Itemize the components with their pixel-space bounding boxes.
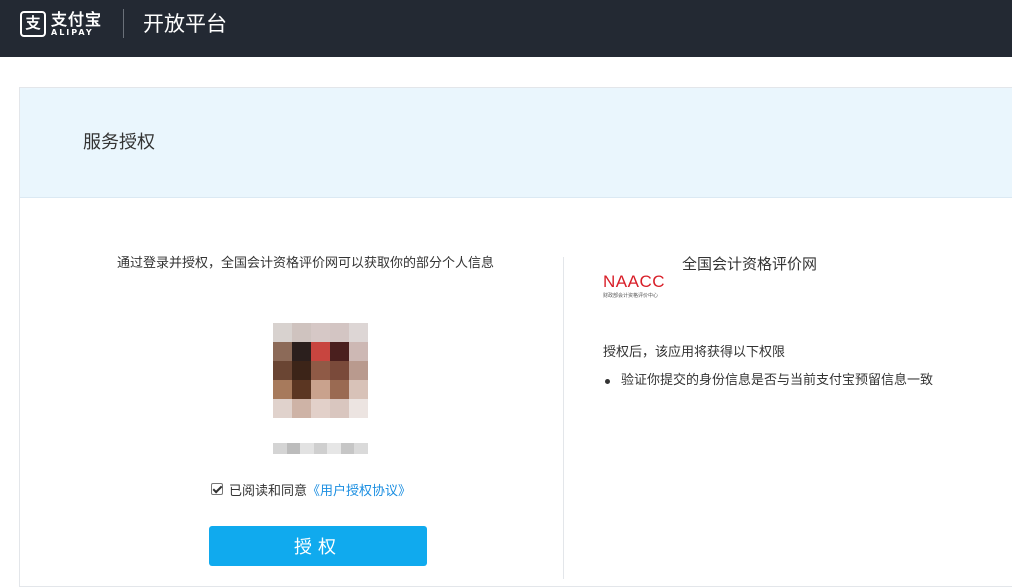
authorization-card: 服务授权 bbox=[19, 87, 1012, 587]
auth-description: 通过登录并授权，全国会计资格评价网可以获取你的部分个人信息 bbox=[117, 256, 495, 271]
column-divider bbox=[563, 257, 564, 579]
user-nickname-blurred bbox=[273, 443, 368, 454]
logo-en-text: ALIPAY bbox=[51, 27, 94, 37]
user-avatar bbox=[273, 323, 368, 418]
page-title: 服务授权 bbox=[83, 132, 155, 153]
app-name: 全国会计资格评价网 bbox=[682, 255, 818, 273]
agree-text: 已阅读和同意 bbox=[229, 483, 308, 499]
permission-list: 验证你提交的身份信息是否与当前支付宝预留信息一致 bbox=[603, 373, 933, 389]
alipay-logo-text: 支付宝 ALIPAY bbox=[51, 11, 102, 38]
naacc-logo-text: NAACC bbox=[603, 272, 666, 291]
permission-intro: 授权后，该应用将获得以下权限 bbox=[603, 345, 786, 360]
alipay-logo[interactable]: 支 支付宝 ALIPAY bbox=[20, 10, 102, 38]
user-agreement-link[interactable]: 《用户授权协议》 bbox=[307, 480, 411, 499]
permission-item-text: 验证你提交的身份信息是否与当前支付宝预留信息一致 bbox=[621, 373, 934, 388]
top-header: 支 支付宝 ALIPAY 开放平台 bbox=[0, 0, 1012, 57]
card-header: 服务授权 bbox=[20, 88, 1012, 198]
bullet-dot-icon bbox=[605, 378, 610, 384]
authorize-button[interactable]: 授权 bbox=[209, 526, 427, 566]
agreement-row: 已阅读和同意 《用户授权协议》 bbox=[209, 480, 411, 499]
alipay-logo-icon: 支 bbox=[20, 11, 46, 37]
agree-checkbox[interactable] bbox=[211, 483, 223, 495]
header-divider bbox=[123, 9, 124, 38]
naacc-logo: NAACC 财政部会计资格评价中心 bbox=[603, 272, 666, 301]
naacc-logo-subtext: 财政部会计资格评价中心 bbox=[603, 293, 659, 299]
platform-title[interactable]: 开放平台 bbox=[143, 11, 227, 37]
logo-cn-text: 支付宝 bbox=[51, 9, 103, 29]
permission-item: 验证你提交的身份信息是否与当前支付宝预留信息一致 bbox=[603, 373, 933, 389]
